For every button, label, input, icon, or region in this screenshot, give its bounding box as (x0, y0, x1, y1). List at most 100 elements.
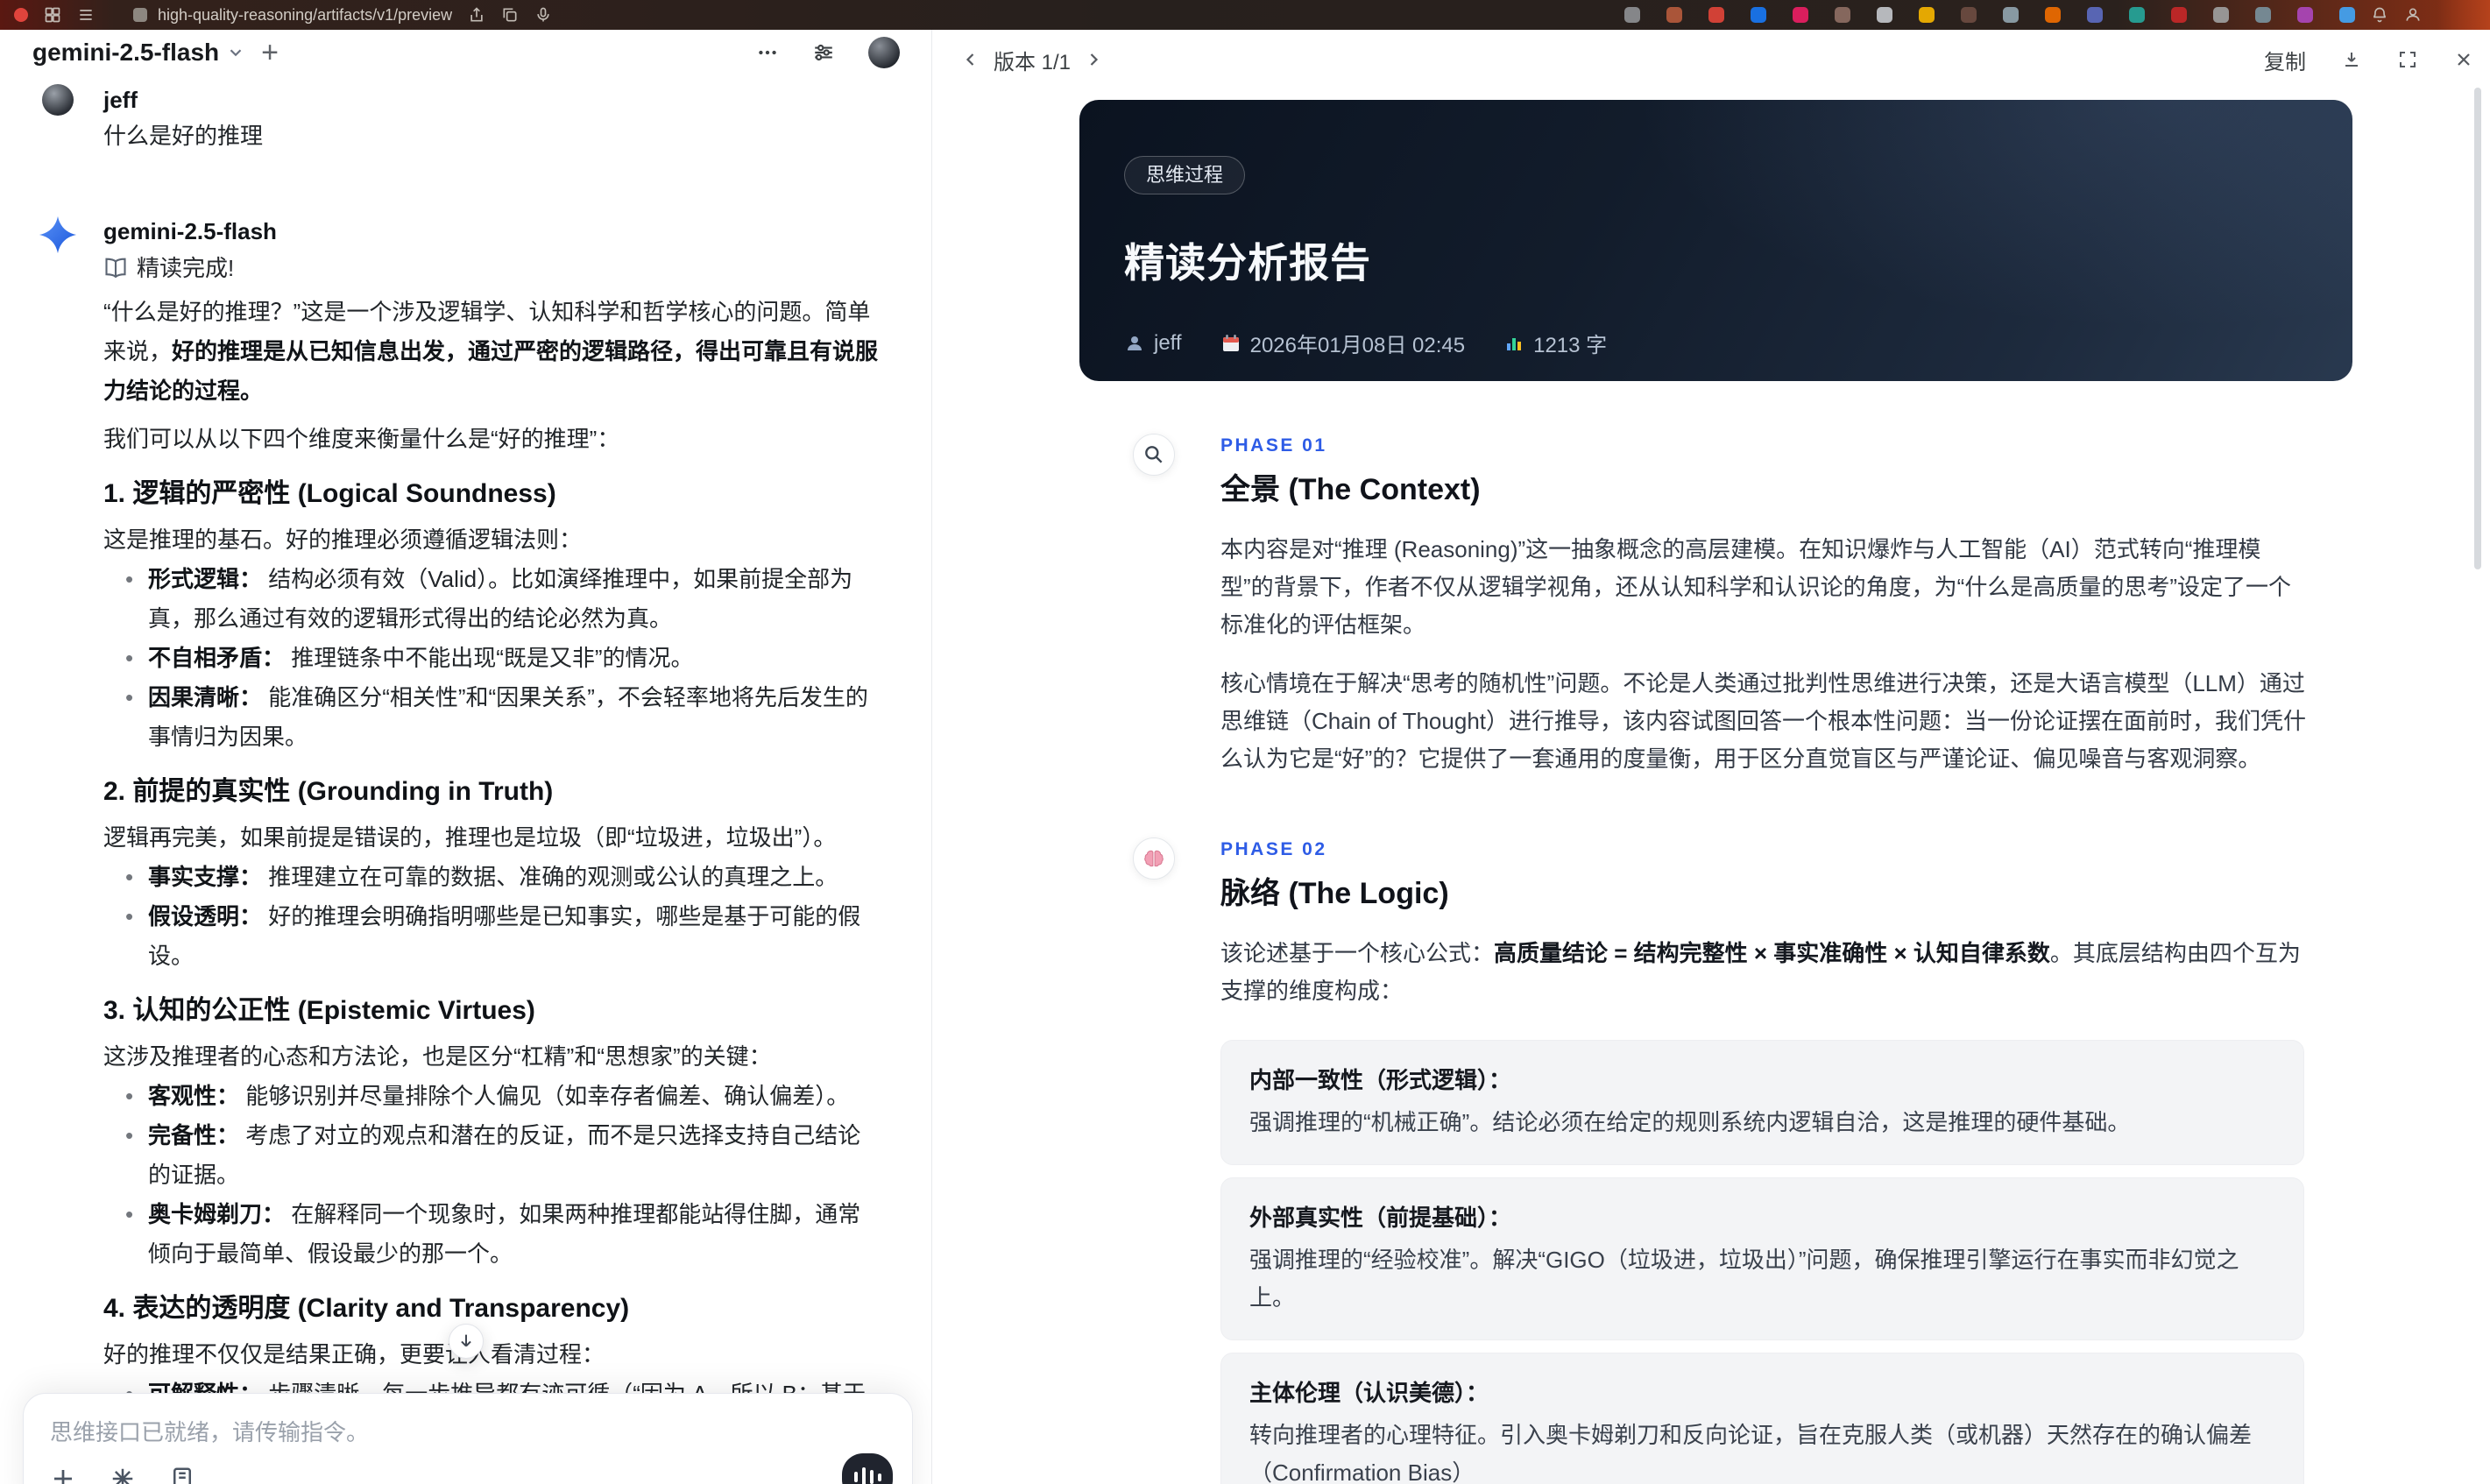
chat-messages: jeff 什么是好的推理 gemini-2.5-flash 精读完成! “什么是… (0, 75, 931, 1453)
extension-icon[interactable] (2255, 7, 2271, 23)
extension-icon[interactable] (1666, 7, 1682, 23)
browser-menu-icon[interactable] (77, 6, 95, 24)
more-options-icon[interactable] (756, 41, 779, 64)
scrollbar-thumb[interactable] (2474, 88, 2481, 569)
section-heading: 4. 表达的透明度 (Clarity and Transparency) (103, 1294, 630, 1323)
profile-icon[interactable] (2404, 6, 2422, 24)
voice-input-button[interactable] (842, 1453, 893, 1484)
user-message: jeff 什么是好的推理 (39, 84, 883, 152)
list-item: 事实支撑： 推理建立在可靠的数据、准确的观测或公认的真理之上。 (103, 858, 883, 897)
conversation-title[interactable]: gemini-2.5-flash (32, 39, 219, 67)
extension-icon[interactable] (1624, 7, 1640, 23)
magnifier-icon (1133, 434, 1175, 476)
phase-label: PHASE 01 (1220, 435, 1327, 456)
paragraph: 本内容是对“推理 (Reasoning)”这一抽象概念的高层建模。在知识爆炸与人… (1220, 536, 2291, 638)
calendar-icon (1222, 334, 1239, 351)
copy-link-icon[interactable] (501, 6, 519, 24)
artifact-document: 思维过程 精读分析报告 jeff 2026年01月08日 02:45 1213 … (1079, 100, 2352, 1484)
phase-title: 脉络 (The Logic) (1220, 877, 1449, 910)
extension-icon[interactable] (1708, 7, 1724, 23)
voice-search-icon[interactable] (534, 6, 552, 24)
settings-sliders-icon[interactable] (812, 41, 835, 64)
book-icon (105, 258, 126, 279)
phase-body: 该论述基于一个核心公式：高质量结论 = 结构完整性 × 事实准确性 × 认知自律… (1220, 935, 2311, 1484)
extension-icon[interactable] (1751, 7, 1766, 23)
assistant-name: gemini-2.5-flash (103, 218, 277, 244)
extension-icon[interactable] (1919, 7, 1935, 23)
window-close-button[interactable] (14, 8, 28, 22)
bullet-list: 形式逻辑： 结构必须有效（Valid）。比如演绎推理中，如果前提全部为真，那么通… (103, 560, 883, 757)
extension-icon[interactable] (1835, 7, 1850, 23)
phase-section-logic: PHASE 02 脉络 (The Logic) 该论述基于一个核心公式：高质量结… (1079, 837, 2352, 1484)
copy-button[interactable]: 复制 (2264, 45, 2306, 75)
user-message-text: 什么是好的推理 (103, 123, 264, 149)
dimension-cards: 内部一致性（形式逻辑）： 强调推理的“机械正确”。结论必须在给定的规则系统内逻辑… (1220, 1040, 2311, 1484)
sparkle-icon[interactable] (110, 1466, 136, 1484)
section-intro: 这是推理的基石。好的推理必须遵循逻辑法则： (103, 526, 583, 553)
phase-label: PHASE 02 (1220, 839, 1327, 859)
phase-title: 全景 (The Context) (1220, 473, 1481, 506)
scroll-to-bottom-button[interactable] (449, 1324, 484, 1359)
bullet-list: 客观性： 能够识别并尽量排除个人偏见（如幸存者偏差、确认偏差）。 完备性： 考虑… (103, 1077, 883, 1274)
chat-header: gemini-2.5-flash + (0, 30, 931, 75)
artifact-panel: 版本 1/1 复制 思维过程 精读分析报告 jeff 2026年01月08日 0… (932, 30, 2490, 1484)
tab-overview-icon[interactable] (44, 6, 61, 24)
extension-icon[interactable] (2129, 7, 2145, 23)
wallpaper-corner (2437, 0, 2490, 30)
section-intro: 好的推理不仅仅是结果正确，更要让人看清过程： (103, 1341, 605, 1367)
close-icon[interactable] (2453, 49, 2474, 70)
extension-icon[interactable] (2003, 7, 2019, 23)
extension-icon[interactable] (2297, 7, 2313, 23)
list-item: 奥卡姆剃刀： 在解释同一个现象时，如果两种推理都能站得住脚，通常倾向于最简单、假… (103, 1195, 883, 1274)
version-next-icon[interactable] (1083, 49, 1104, 70)
paragraph: 该论述基于一个核心公式：高质量结论 = 结构完整性 × 事实准确性 × 认知自律… (1220, 940, 2301, 1004)
notebook-icon[interactable] (169, 1466, 195, 1484)
bullet-list: 事实支撑： 推理建立在可靠的数据、准确的观测或公认的真理之上。 假设透明： 好的… (103, 858, 883, 976)
extension-icon[interactable] (1877, 7, 1892, 23)
report-meta: jeff 2026年01月08日 02:45 1213 字 (1124, 328, 2303, 358)
gemini-sparkle-icon (39, 216, 77, 254)
extension-icon[interactable] (1793, 7, 1808, 23)
report-title: 精读分析报告 (1124, 240, 1371, 286)
assistant-message-body: “什么是好的推理？”这是一个涉及逻辑学、认知科学和哲学核心的问题。简单来说，好的… (103, 293, 883, 1453)
plus-icon[interactable] (50, 1466, 76, 1484)
paragraph: 核心情境在于解决“思考的随机性”问题。不论是人类通过批判性思维进行决策，还是大语… (1220, 670, 2307, 772)
notifications-icon[interactable] (2371, 6, 2388, 24)
extension-icon[interactable] (2213, 7, 2229, 23)
section-heading: 3. 认知的公正性 (Epistemic Virtues) (103, 996, 535, 1025)
download-icon[interactable] (2341, 49, 2362, 70)
extension-icon[interactable] (2171, 7, 2187, 23)
user-profile-avatar[interactable] (868, 37, 900, 68)
version-label: 版本 1/1 (994, 50, 1072, 74)
new-topic-button[interactable]: + (261, 38, 279, 67)
paragraph: “什么是好的推理？”这是一个涉及逻辑学、认知科学和哲学核心的问题。简单来说，好的… (103, 299, 879, 404)
version-prev-icon[interactable] (960, 49, 981, 70)
share-icon[interactable] (468, 6, 485, 24)
section-intro: 逻辑再完美，如果前提是错误的，推理也是垃圾（即“垃圾进，垃圾出”）。 (103, 824, 837, 851)
address-bar[interactable]: high-quality-reasoning/artifacts/v1/prev… (133, 6, 452, 25)
brain-icon (1133, 837, 1175, 880)
extension-icon[interactable] (2339, 7, 2355, 23)
phase-section-context: PHASE 01 全景 (The Context) 本内容是对“推理 (Reas… (1079, 434, 2352, 778)
date-meta: 2026年01月08日 02:45 (1220, 328, 1465, 358)
list-item: 不自相矛盾： 推理链条中不能出现“既是又非”的情况。 (103, 639, 883, 678)
report-header: 思维过程 精读分析报告 jeff 2026年01月08日 02:45 1213 … (1079, 100, 2352, 381)
extension-icon[interactable] (1961, 7, 1977, 23)
bar-chart-icon (1507, 337, 1522, 350)
chevron-down-icon[interactable] (226, 43, 245, 62)
expand-icon[interactable] (2397, 49, 2418, 70)
browser-extensions (1624, 7, 2355, 23)
author-meta: jeff (1124, 331, 1182, 356)
reading-status-text: 精读完成! (137, 255, 235, 281)
chat-input[interactable] (50, 1417, 611, 1448)
section-heading: 2. 前提的真实性 (Grounding in Truth) (103, 777, 554, 806)
reading-status: 精读完成! (103, 252, 883, 284)
list-item: 假设透明： 好的推理会明确指明哪些是已知事实，哪些是基于可能的假设。 (103, 897, 883, 976)
extension-icon[interactable] (2045, 7, 2061, 23)
assistant-message: gemini-2.5-flash 精读完成! “什么是好的推理？”这是一个涉及逻… (39, 216, 883, 1453)
chat-composer (23, 1393, 913, 1484)
extension-icon[interactable] (2087, 7, 2103, 23)
browser-titlebar: high-quality-reasoning/artifacts/v1/prev… (0, 0, 2490, 30)
user-avatar (42, 84, 74, 116)
address-text: high-quality-reasoning/artifacts/v1/prev… (158, 5, 453, 24)
